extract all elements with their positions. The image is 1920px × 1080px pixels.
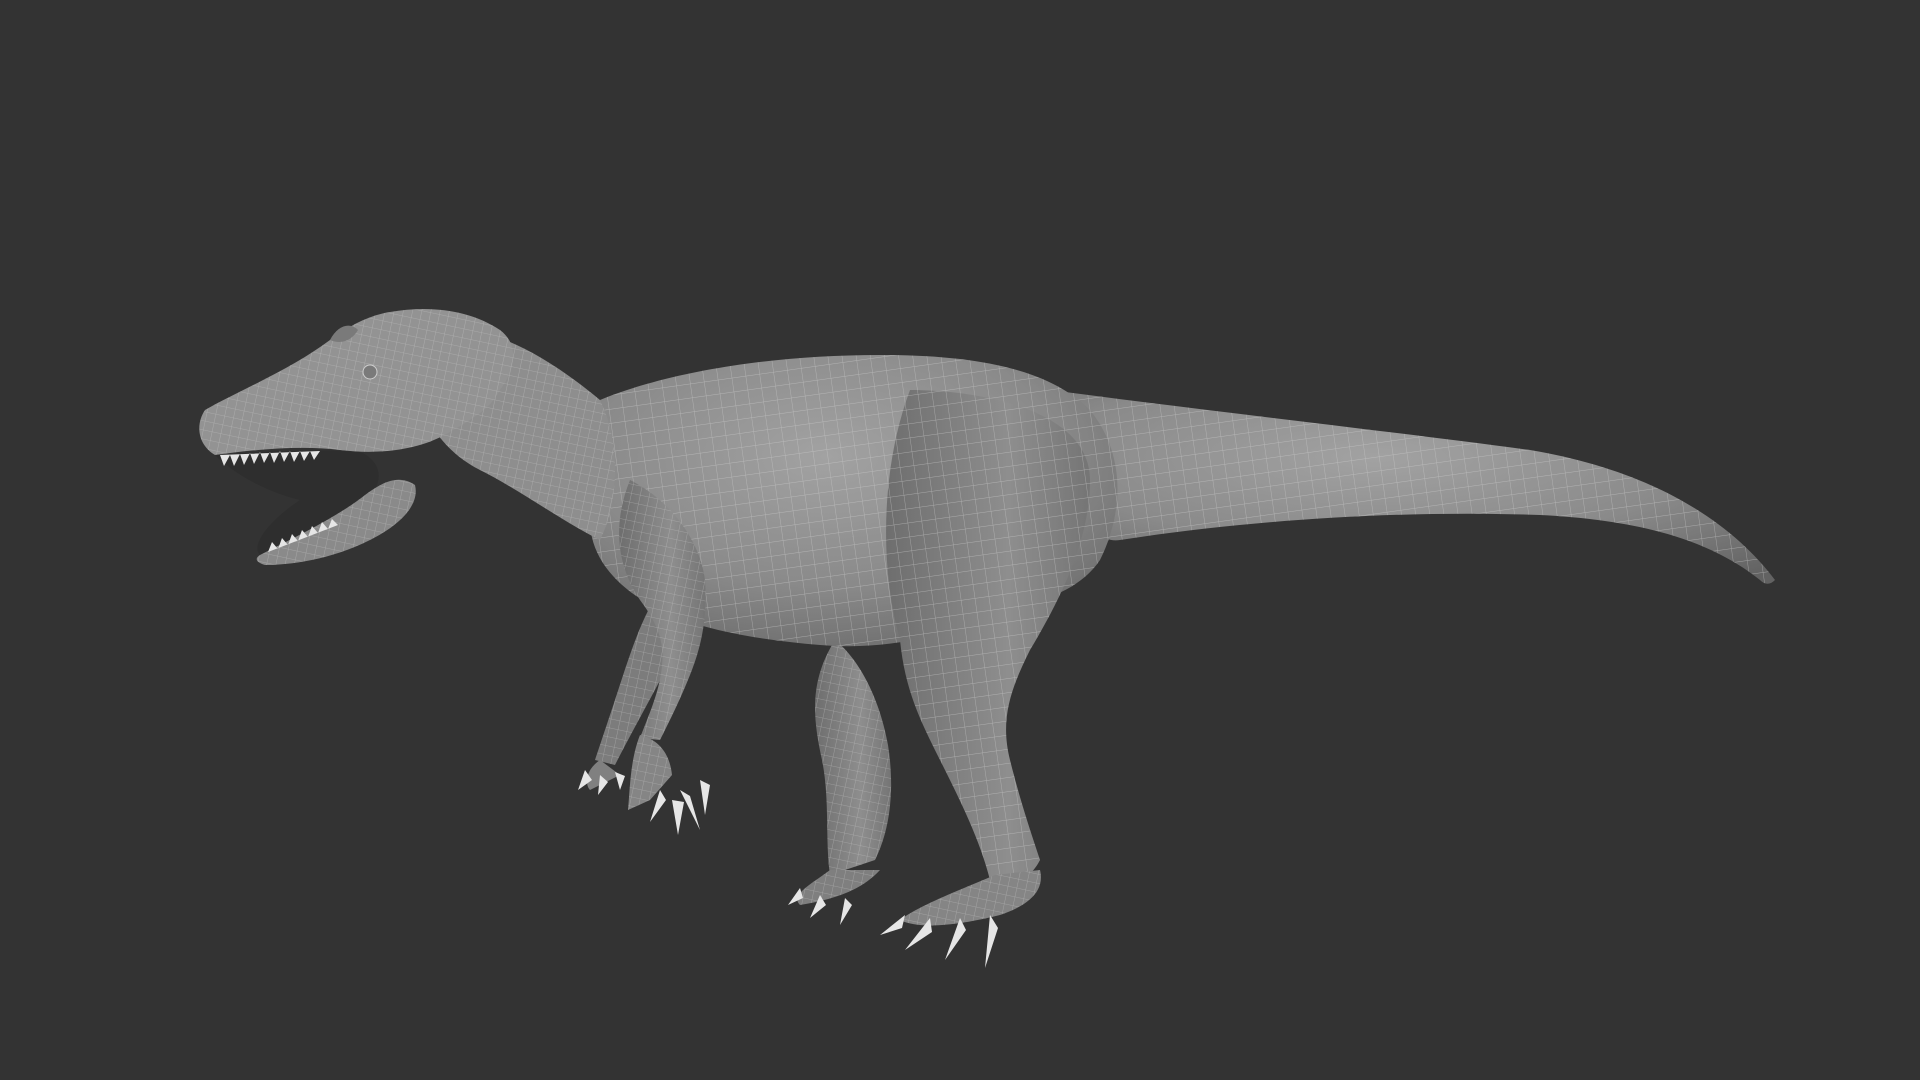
render-viewport <box>0 0 1920 1080</box>
dinosaur-tail <box>1050 390 1775 584</box>
dinosaur-render <box>199 309 1775 968</box>
far-hind-leg <box>788 640 892 925</box>
near-hind-leg <box>880 390 1090 968</box>
